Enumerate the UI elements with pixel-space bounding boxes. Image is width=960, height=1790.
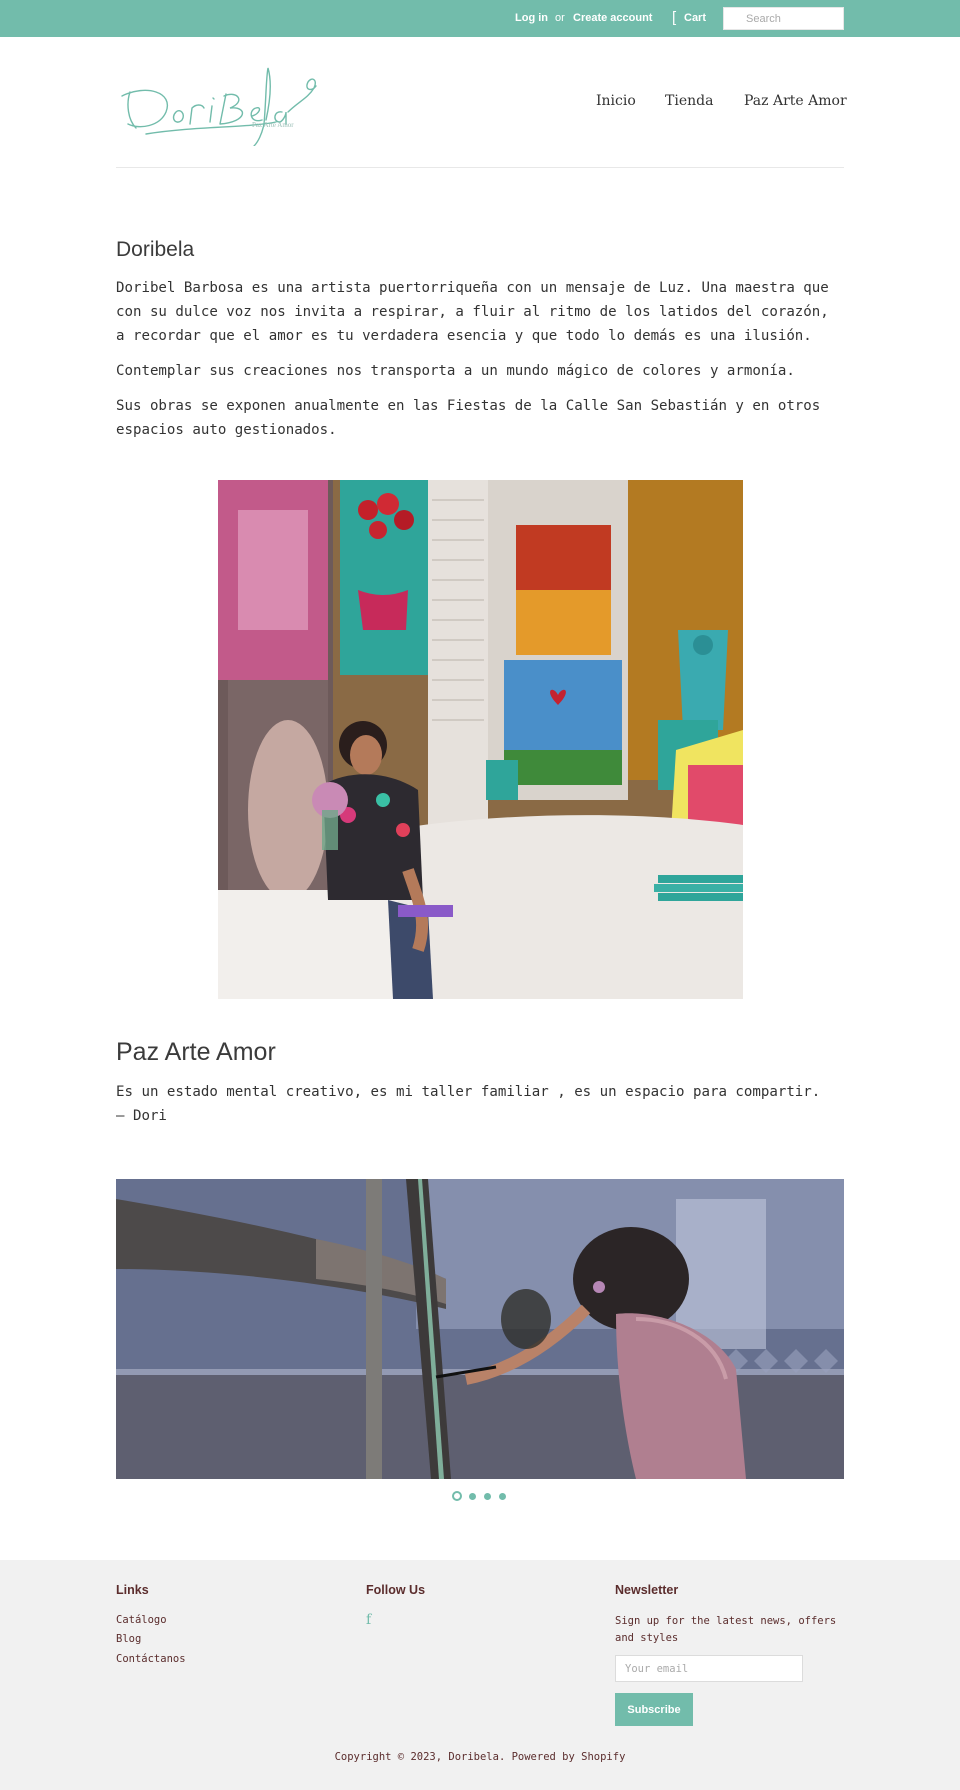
facebook-icon[interactable]: f bbox=[366, 1612, 371, 1628]
svg-text:Paz Arte Amor: Paz Arte Amor bbox=[252, 121, 294, 129]
nav-paz-arte-amor[interactable]: Paz Arte Amor bbox=[744, 93, 847, 109]
nav-inicio[interactable]: Inicio bbox=[596, 93, 636, 109]
slideshow-pager bbox=[452, 1491, 512, 1503]
creations-paragraph: Contemplar sus creaciones nos transporta… bbox=[116, 363, 795, 379]
nav-tienda[interactable]: Tienda bbox=[665, 93, 713, 109]
cart-link[interactable]: Cart bbox=[684, 12, 706, 24]
footer-links-heading: Links bbox=[116, 1583, 149, 1597]
subscribe-button[interactable]: Subscribe bbox=[615, 1693, 693, 1726]
copyright-text: Copyright © 2023, Doribela. Powered by S… bbox=[334, 1751, 626, 1763]
search-icon[interactable]: s bbox=[732, 16, 739, 29]
exhibitions-paragraph: Sus obras se exponen anualmente en las F… bbox=[116, 398, 821, 438]
artist-exhibition-photo bbox=[218, 480, 743, 999]
footer-newsletter-heading: Newsletter bbox=[615, 1583, 679, 1597]
slide-dot-3[interactable] bbox=[484, 1493, 491, 1500]
footer-link-blog[interactable]: Blog bbox=[116, 1633, 141, 1645]
site-logo[interactable]: Paz Arte Amor bbox=[116, 62, 336, 147]
slide-dot-1[interactable] bbox=[452, 1491, 462, 1501]
slideshow-image[interactable] bbox=[116, 1179, 844, 1479]
footer-link-contactanos[interactable]: Contáctanos bbox=[116, 1653, 186, 1665]
or-separator: or bbox=[555, 12, 565, 24]
section-title-doribela: Doribela bbox=[116, 238, 195, 261]
paz-arte-amor-paragraph: Es un estado mental creativo, es mi tall… bbox=[116, 1084, 821, 1124]
create-account-link[interactable]: Create account bbox=[573, 12, 652, 24]
slide-dot-4[interactable] bbox=[499, 1493, 506, 1500]
search-input[interactable] bbox=[746, 10, 840, 27]
cart-icon[interactable]: [ bbox=[672, 9, 676, 26]
footer-link-catalogo[interactable]: Catálogo bbox=[116, 1614, 167, 1626]
top-bar: Log in or Create account [ Cart s bbox=[0, 0, 960, 37]
search-box[interactable]: s bbox=[723, 7, 844, 30]
intro-paragraph: Doribel Barbosa es una artista puertorri… bbox=[116, 280, 829, 344]
header-divider bbox=[116, 167, 844, 168]
slide-dot-2[interactable] bbox=[469, 1493, 476, 1500]
newsletter-description: Sign up for the latest news, offers and … bbox=[615, 1615, 837, 1644]
section-title-paz-arte-amor: Paz Arte Amor bbox=[116, 1038, 276, 1066]
newsletter-email-input[interactable] bbox=[615, 1655, 803, 1682]
doribela-logo-icon: Paz Arte Amor bbox=[121, 67, 317, 147]
login-link[interactable]: Log in bbox=[515, 12, 548, 24]
footer-follow-heading: Follow Us bbox=[366, 1583, 426, 1597]
